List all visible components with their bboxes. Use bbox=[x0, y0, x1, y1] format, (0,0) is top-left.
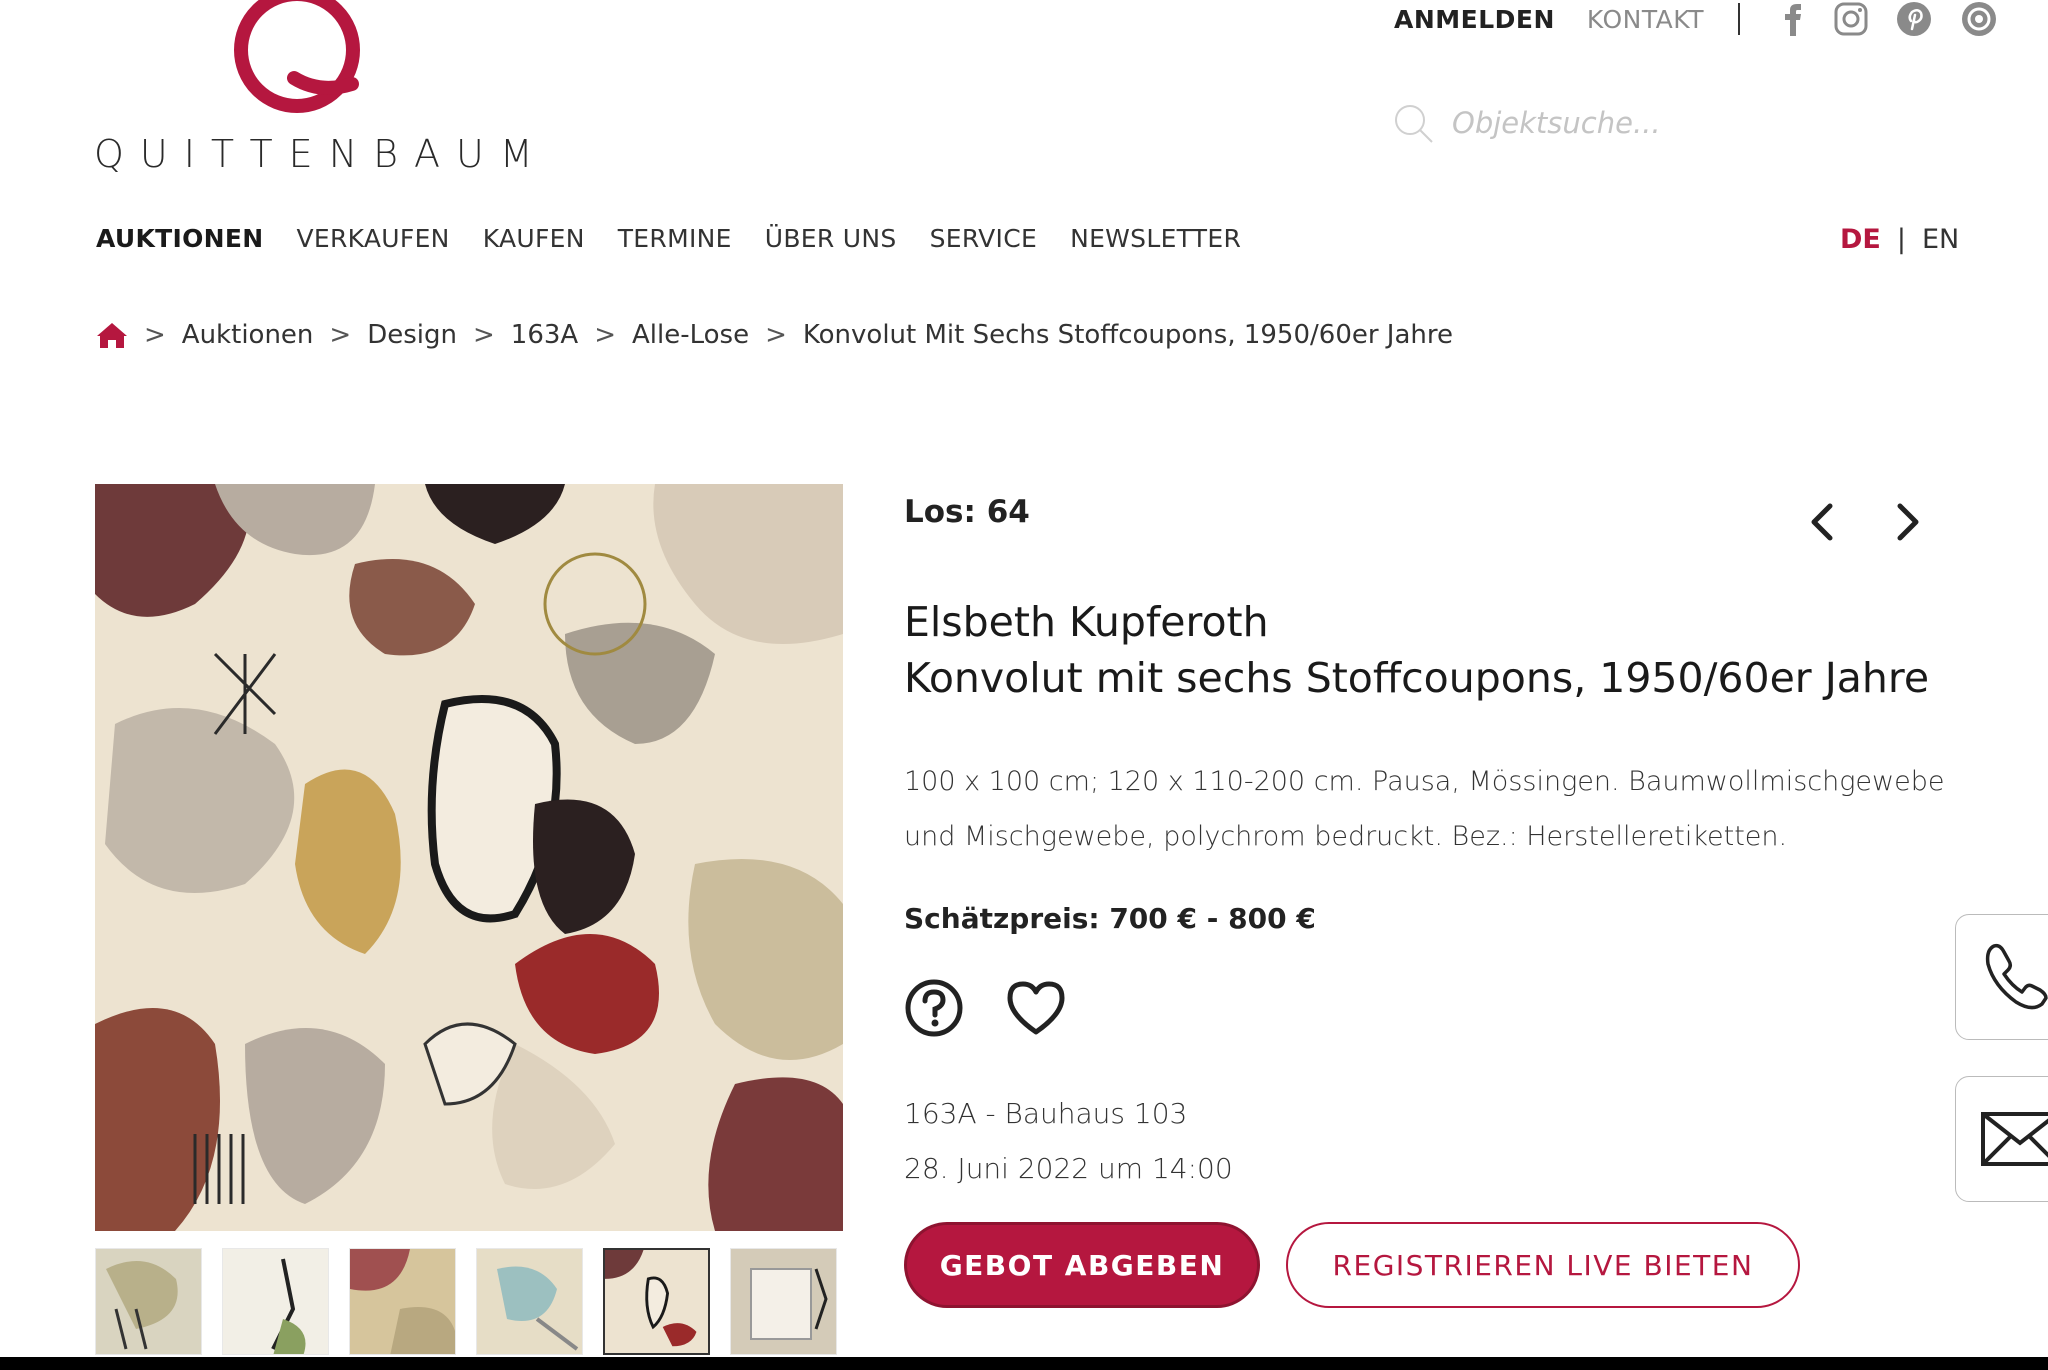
breadcrumb-item[interactable]: Design bbox=[367, 320, 457, 350]
social-links bbox=[1780, 0, 1998, 38]
phone-button[interactable] bbox=[1955, 914, 2048, 1040]
nav-item-ueber-uns[interactable]: ÜBER UNS bbox=[765, 224, 897, 253]
thumbnail[interactable] bbox=[476, 1248, 583, 1355]
pinterest-icon[interactable] bbox=[1896, 1, 1932, 37]
lot-actions bbox=[904, 978, 1068, 1038]
thumbnail[interactable] bbox=[222, 1248, 329, 1355]
logo-wordmark[interactable]: QUITTENBAUM bbox=[94, 132, 549, 176]
register-live-bidding-button[interactable]: REGISTRIEREN LIVE BIETEN bbox=[1286, 1222, 1800, 1308]
language-switcher: DE | EN bbox=[1840, 224, 1959, 255]
lot-artist: Elsbeth Kupferoth bbox=[904, 598, 1269, 646]
sale-info: 163A - Bauhaus 103 28. Juni 2022 um 14:0… bbox=[904, 1086, 1233, 1196]
instagram-icon[interactable] bbox=[1834, 2, 1868, 36]
thumbnail[interactable] bbox=[349, 1248, 456, 1355]
question-icon[interactable] bbox=[904, 978, 964, 1038]
place-bid-button[interactable]: GEBOT ABGEBEN bbox=[904, 1222, 1260, 1308]
divider bbox=[1737, 3, 1740, 35]
lot-navigation bbox=[1808, 502, 1922, 542]
chevron-right-icon[interactable] bbox=[1894, 502, 1922, 542]
login-link[interactable]: ANMELDEN bbox=[1394, 5, 1555, 34]
thumbnail[interactable] bbox=[95, 1248, 202, 1355]
breadcrumb-item[interactable]: Alle-Lose bbox=[632, 320, 749, 350]
home-icon[interactable] bbox=[96, 321, 128, 349]
sale-name: 163A - Bauhaus 103 bbox=[904, 1097, 1188, 1130]
sale-date: 28. Juni 2022 um 14:00 bbox=[904, 1152, 1233, 1185]
lang-separator: | bbox=[1896, 224, 1906, 255]
lot-number: Los: 64 bbox=[904, 494, 1030, 530]
nav-item-service[interactable]: SERVICE bbox=[930, 224, 1038, 253]
lot-description: 100 x 100 cm; 120 x 110-200 cm. Pausa, M… bbox=[904, 766, 1945, 852]
contact-link[interactable]: KONTAKT bbox=[1587, 5, 1704, 34]
product-image[interactable] bbox=[95, 484, 843, 1231]
breadcrumb-current: Konvolut Mit Sechs Stoffcoupons, 1950/60… bbox=[802, 320, 1454, 350]
breadcrumb-separator: > bbox=[472, 320, 495, 350]
heart-icon[interactable] bbox=[1004, 978, 1068, 1038]
thumbnail-selected[interactable] bbox=[603, 1248, 710, 1355]
logo-q-icon[interactable] bbox=[224, 0, 370, 116]
breadcrumb: > Auktionen > Design > 163A > Alle-Lose … bbox=[96, 320, 1453, 350]
lot-title: Konvolut mit sechs Stoffcoupons, 1950/60… bbox=[904, 654, 1930, 702]
lot-title-block: Elsbeth Kupferoth Konvolut mit sechs Sto… bbox=[904, 594, 1929, 706]
nav-item-kaufen[interactable]: KAUFEN bbox=[483, 224, 585, 253]
screen-bottom-edge bbox=[0, 1357, 2048, 1370]
search-icon[interactable] bbox=[1392, 102, 1434, 144]
breadcrumb-item[interactable]: Auktionen bbox=[182, 320, 314, 350]
lang-en[interactable]: EN bbox=[1922, 224, 1959, 255]
breadcrumb-separator: > bbox=[329, 320, 352, 350]
main-nav: AUKTIONEN VERKAUFEN KAUFEN TERMINE ÜBER … bbox=[96, 224, 1274, 253]
lang-de[interactable]: DE bbox=[1840, 224, 1881, 255]
thumbnail[interactable] bbox=[730, 1248, 837, 1355]
thumbnail-strip bbox=[95, 1248, 837, 1355]
search-bar bbox=[1392, 102, 1714, 144]
circle-logo-icon[interactable] bbox=[1960, 0, 1998, 38]
phone-icon bbox=[1985, 943, 2048, 1010]
email-button[interactable] bbox=[1955, 1076, 2048, 1202]
breadcrumb-item[interactable]: 163A bbox=[511, 320, 578, 350]
breadcrumb-separator: > bbox=[594, 320, 616, 350]
top-utility-bar: ANMELDEN KONTAKT bbox=[1394, 0, 1998, 38]
nav-item-termine[interactable]: TERMINE bbox=[618, 224, 732, 253]
nav-item-newsletter[interactable]: NEWSLETTER bbox=[1070, 224, 1241, 253]
search-input[interactable] bbox=[1450, 105, 1714, 141]
facebook-icon[interactable] bbox=[1780, 2, 1806, 36]
nav-item-verkaufen[interactable]: VERKAUFEN bbox=[296, 224, 449, 253]
breadcrumb-separator: > bbox=[144, 320, 166, 350]
lot-estimate: Schätzpreis: 700 € - 800 € bbox=[904, 902, 1316, 935]
mail-icon bbox=[1981, 1112, 2048, 1166]
chevron-left-icon[interactable] bbox=[1808, 502, 1836, 542]
breadcrumb-separator: > bbox=[765, 320, 787, 350]
nav-item-auktionen[interactable]: AUKTIONEN bbox=[96, 224, 263, 253]
